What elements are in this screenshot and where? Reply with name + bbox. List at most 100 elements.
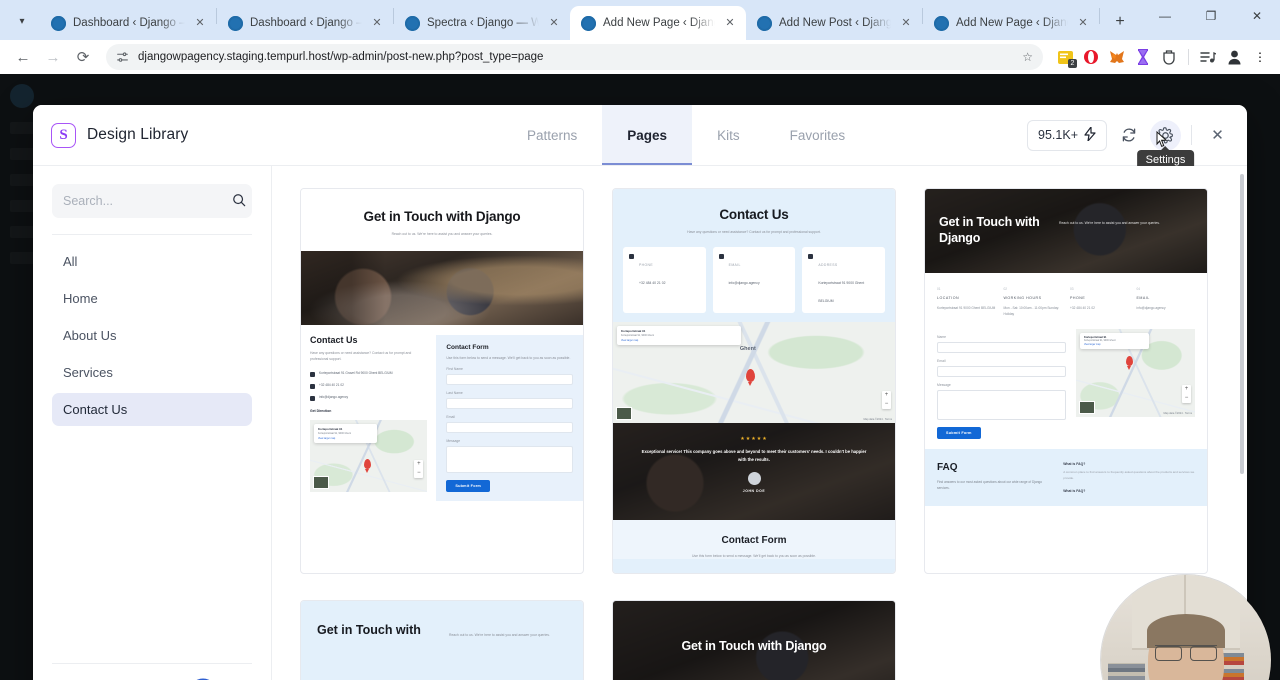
map-zoom-controls[interactable]: + −	[1182, 385, 1191, 404]
grid-scrollbar[interactable]	[1240, 174, 1244, 474]
tab-close-icon[interactable]: ✕	[369, 15, 385, 31]
page-card-2[interactable]: Contact Us Have any questions or need as…	[612, 188, 896, 574]
browser-tab[interactable]: Spectra ‹ Django — Word ✕	[394, 6, 570, 40]
card2-map-link[interactable]: View larger map	[621, 339, 737, 342]
location-pin-icon	[310, 372, 315, 378]
card1-directions-link[interactable]: Get Direction	[310, 409, 427, 413]
new-tab-button[interactable]: +	[1106, 8, 1134, 36]
card2-map[interactable]: Korteportstraat 91 Korteportstraat 91, 9…	[613, 322, 895, 424]
card3-field-label: Email	[937, 359, 946, 364]
tab-close-icon[interactable]: ✕	[1075, 15, 1091, 31]
card1-field-label: Last Name	[446, 391, 463, 396]
page-card-5[interactable]: Get in Touch with Django	[612, 600, 896, 680]
page-card-4[interactable]: Get in Touch with Reach out to us. We're…	[300, 600, 584, 680]
browser-tab[interactable]: Dashboard ‹ Django — Wo ✕	[40, 6, 216, 40]
tab-patterns[interactable]: Patterns	[502, 105, 602, 165]
mouse-cursor-icon	[1156, 131, 1168, 148]
card3-map[interactable]: Korteportstraat 91 Korteportstraat 91, 9…	[1075, 329, 1195, 418]
map-street-view-thumb[interactable]	[1078, 401, 1095, 415]
sidebar-item-home[interactable]: Home	[52, 282, 252, 315]
search-icon[interactable]	[232, 193, 246, 210]
browser-tab-active[interactable]: Add New Page ‹ Django — ✕	[570, 6, 746, 40]
phone-icon	[310, 384, 315, 390]
browser-tab[interactable]: Add New Page ‹ Django — ✕	[923, 6, 1099, 40]
sidebar-item-contact-us[interactable]: Contact Us	[52, 393, 252, 426]
tune-icon[interactable]	[116, 51, 129, 64]
card1-map[interactable]: Korteportstraat 91 Korteportstraat 91, 9…	[310, 420, 428, 493]
card3-map-callout: Korteportstraat 91 Korteportstraat 91, 9…	[1079, 333, 1149, 350]
card3-col-location: 01 LOCATION Korteportstraat 91 9000 Ghen…	[937, 287, 996, 317]
reload-icon[interactable]: ⟳	[68, 42, 98, 72]
browser-tab[interactable]: Dashboard ‹ Django — Wo ✕	[217, 6, 393, 40]
map-zoom-controls[interactable]: + −	[414, 460, 424, 479]
sidebar-item-services[interactable]: Services	[52, 356, 252, 389]
notes-extension-icon[interactable]: 2	[1053, 45, 1077, 69]
close-modal-button[interactable]: ✕	[1202, 120, 1233, 151]
card3-field-name[interactable]	[937, 342, 1066, 354]
map-pin-icon	[1125, 355, 1133, 370]
minimize-button[interactable]: —	[1142, 0, 1188, 32]
page-card-1[interactable]: Get in Touch with Django Reach out to us…	[300, 188, 584, 574]
card3-faq-question[interactable]: What is FAQ?	[1063, 489, 1195, 493]
card3-submit-button[interactable]: Submit Form	[937, 427, 981, 440]
forward-icon[interactable]: →	[38, 42, 68, 72]
card3-form-and-map: Name Email Message Submit Form Korteport…	[925, 317, 1207, 440]
card3-map-link[interactable]: View larger map	[1084, 344, 1145, 346]
card2-form-sub: Use this form below to send a message. W…	[691, 554, 817, 559]
card1-heading: Get in Touch with Django	[363, 209, 521, 224]
refresh-button[interactable]	[1113, 120, 1144, 151]
card3-field-message[interactable]	[937, 390, 1066, 421]
pages-grid-container[interactable]: Get in Touch with Django Reach out to us…	[272, 166, 1247, 680]
bookmark-star-icon[interactable]: ☆	[1022, 50, 1033, 64]
tab-close-icon[interactable]: ✕	[546, 15, 562, 31]
tab-favorites[interactable]: Favorites	[765, 105, 871, 165]
profile-avatar-icon[interactable]	[1222, 45, 1246, 69]
page-card-3[interactable]: Get in Touch with Django Reach out to us…	[924, 188, 1208, 574]
tab-title: Dashboard ‹ Django — Wo	[73, 17, 185, 29]
card1-email: info@django.agency	[319, 395, 349, 400]
address-bar[interactable]: djangowpagency.staging.tempurl.host/wp-a…	[106, 44, 1043, 70]
card1-field-message[interactable]	[446, 446, 573, 474]
card1-submit-button[interactable]: Submit Form	[446, 480, 490, 493]
search-input[interactable]	[63, 194, 224, 208]
pocket-extension-icon[interactable]	[1157, 45, 1181, 69]
chevron-down-icon[interactable]: ▾	[8, 7, 36, 35]
tab-title: Spectra ‹ Django — Word	[427, 17, 539, 29]
reading-list-icon[interactable]	[1196, 45, 1220, 69]
map-street-view-thumb[interactable]	[616, 407, 632, 421]
page-viewport: S Design Library Patterns Pages Kits Fav…	[0, 74, 1280, 680]
card1-field-first-name[interactable]	[446, 374, 573, 386]
back-icon[interactable]: ←	[8, 42, 38, 72]
card3-col-text: Mon - Sat: 10:00am - 11:00pm Sunday: Hol…	[1003, 306, 1060, 317]
map-zoom-controls[interactable]: + −	[882, 391, 891, 410]
card3-info-columns: 01 LOCATION Korteportstraat 91 9000 Ghen…	[925, 273, 1207, 317]
tab-close-icon[interactable]: ✕	[898, 15, 914, 31]
card3-faq-question[interactable]: What is FAQ?	[1063, 462, 1195, 466]
card2-form-title: Contact Form	[721, 535, 787, 547]
map-street-view-thumb[interactable]	[313, 476, 329, 490]
maximize-button[interactable]: ❐	[1188, 0, 1234, 32]
card2-info-phone: PHONE +32 484 40 21 02	[623, 247, 706, 314]
modal-body: All Home About Us Services Contact Us Co…	[33, 166, 1247, 680]
card1-map-link[interactable]: View larger map	[318, 437, 373, 440]
email-icon	[310, 396, 315, 402]
card1-field-last-name[interactable]	[446, 398, 573, 410]
hourglass-extension-icon[interactable]	[1131, 45, 1155, 69]
browser-tab[interactable]: Add New Post ‹ Django — ✕	[746, 6, 922, 40]
sidebar-item-about-us[interactable]: About Us	[52, 319, 252, 352]
tab-close-icon[interactable]: ✕	[192, 15, 208, 31]
card1-section-title: Contact Us	[310, 335, 358, 346]
tab-pages[interactable]: Pages	[602, 105, 693, 165]
card1-field-email[interactable]	[446, 422, 573, 434]
metamask-extension-icon[interactable]	[1105, 45, 1129, 69]
search-box[interactable]	[52, 184, 252, 218]
tab-close-icon[interactable]: ✕	[722, 15, 738, 31]
opera-extension-icon[interactable]	[1079, 45, 1103, 69]
webcam-person-hair	[1147, 614, 1225, 649]
close-window-button[interactable]: ✕	[1234, 0, 1280, 32]
card2-map-city-label: Ghent	[739, 346, 756, 353]
tab-kits[interactable]: Kits	[692, 105, 765, 165]
browser-menu-icon[interactable]: ⋮	[1248, 45, 1272, 69]
card3-field-email[interactable]	[937, 366, 1066, 378]
sidebar-item-all[interactable]: All	[52, 245, 252, 278]
